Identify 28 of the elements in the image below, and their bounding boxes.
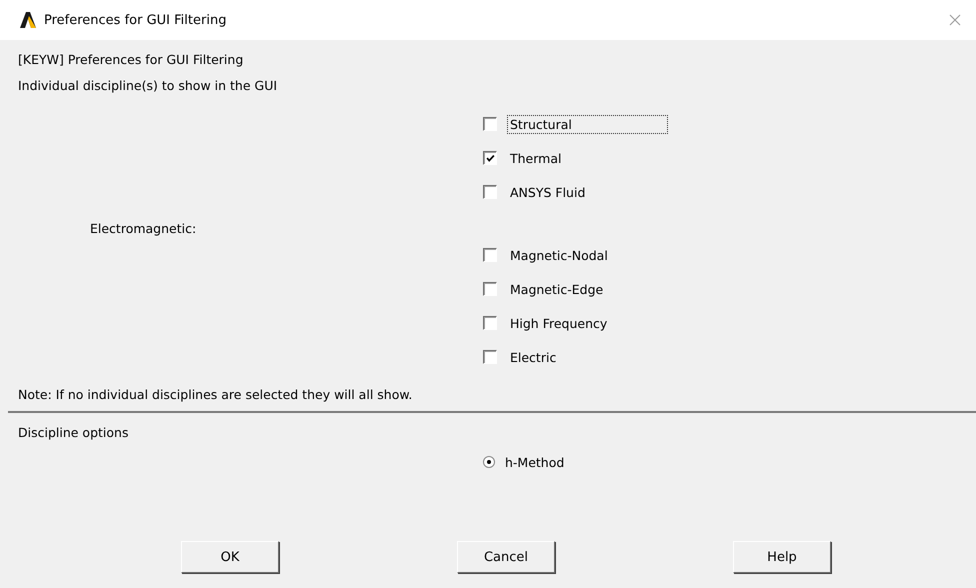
section-label: Individual discipline(s) to show in the GUI	[18, 78, 278, 92]
checkbox[interactable]	[483, 282, 497, 296]
window-title: Preferences for GUI Filtering	[44, 12, 228, 28]
check-mark-icon	[484, 152, 496, 164]
dialog-button[interactable]: Cancel	[457, 541, 555, 573]
radio-button[interactable]	[483, 456, 495, 468]
checkbox[interactable]	[483, 185, 497, 199]
checkbox-label[interactable]: Thermal	[507, 148, 564, 168]
checkbox[interactable]	[483, 151, 497, 165]
checkbox-label[interactable]: High Frequency	[507, 314, 610, 332]
checkbox-label[interactable]: Structural	[507, 114, 668, 134]
app-logo-icon	[19, 11, 37, 29]
checkbox-label[interactable]: ANSYS Fluid	[507, 182, 588, 202]
dialog-button[interactable]: Help	[733, 541, 831, 573]
dialog-button[interactable]: OK	[181, 541, 279, 573]
dialog-heading: [KEYW] Preferences for GUI Filtering	[18, 52, 244, 66]
checkbox[interactable]	[483, 248, 497, 262]
close-icon[interactable]	[949, 14, 961, 26]
radio-label[interactable]: h-Method	[505, 454, 564, 470]
checkbox[interactable]	[483, 350, 497, 364]
section-label: Discipline options	[18, 424, 128, 440]
checkbox-label[interactable]: Electric	[507, 348, 560, 366]
group-label: Electromagnetic:	[90, 221, 196, 236]
checkbox[interactable]	[483, 316, 497, 330]
checkbox[interactable]	[483, 117, 497, 131]
checkbox-label[interactable]: Magnetic-Edge	[507, 280, 606, 298]
note-text: Note: If no individual disciplines are selected they will all show.	[18, 386, 412, 402]
checkbox-label[interactable]: Magnetic-Nodal	[507, 246, 611, 264]
